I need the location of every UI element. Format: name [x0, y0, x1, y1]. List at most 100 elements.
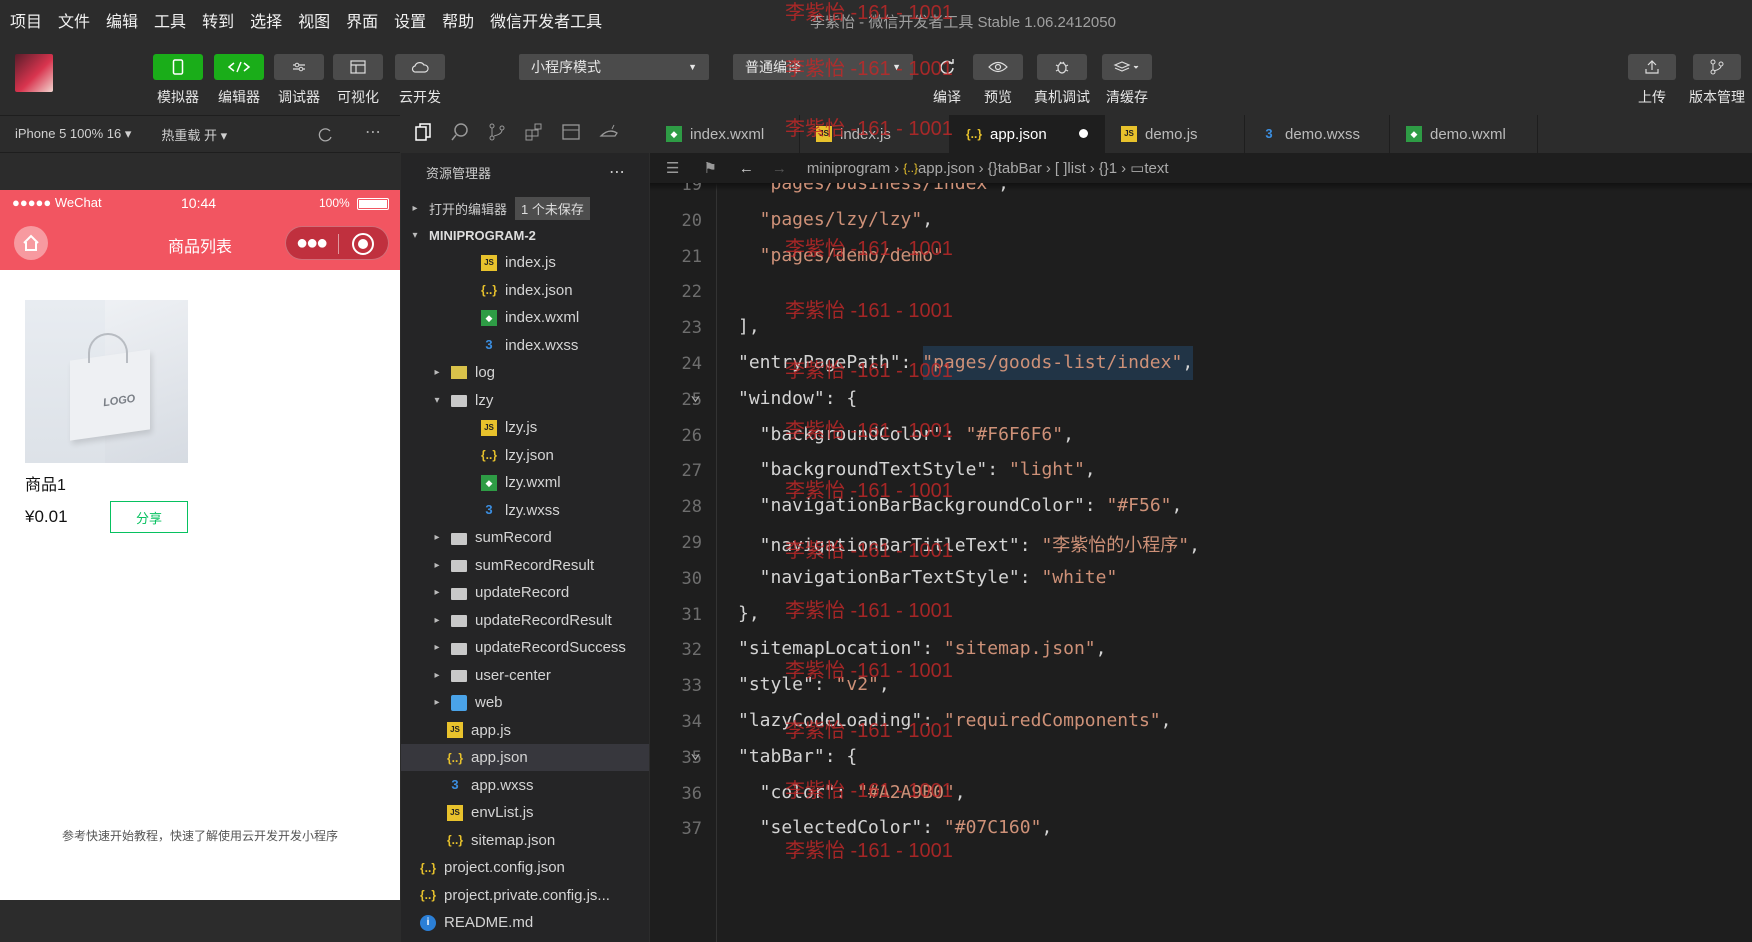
- capsule-menu[interactable]: ●●●: [285, 226, 389, 260]
- tab-app-json[interactable]: {..} app.json: [950, 115, 1105, 153]
- chevron-right-icon[interactable]: ▸: [429, 367, 445, 378]
- tree-item[interactable]: {..} index.json: [401, 277, 649, 304]
- line-number: 27: [681, 461, 702, 482]
- tree-item[interactable]: ▾ lzy: [401, 387, 649, 414]
- tab-index-js[interactable]: JS index.js: [800, 115, 950, 153]
- chevron-right-icon[interactable]: ▸: [429, 615, 445, 626]
- menu-item-10[interactable]: 微信开发者工具: [480, 8, 608, 32]
- tree-item[interactable]: i README.md: [401, 909, 649, 936]
- more-icon[interactable]: ⋯: [365, 122, 381, 142]
- debugger-tool[interactable]: 调试器: [273, 54, 325, 107]
- panel-icon[interactable]: [561, 122, 581, 147]
- tree-item[interactable]: ▸ sumRecord: [401, 524, 649, 551]
- menu-item-4[interactable]: 转到: [192, 8, 240, 32]
- tree-item[interactable]: ▸ user-center: [401, 662, 649, 689]
- unsaved-dot-icon[interactable]: [1079, 129, 1088, 138]
- breadcrumb-item[interactable]: miniprogram: [807, 160, 890, 177]
- menu-item-2[interactable]: 编辑: [96, 8, 144, 32]
- rotate-icon[interactable]: [316, 126, 334, 147]
- share-button[interactable]: 分享: [110, 501, 188, 533]
- tree-item[interactable]: ▸ updateRecord: [401, 579, 649, 606]
- menu-item-9[interactable]: 帮助: [432, 8, 480, 32]
- chevron-right-icon[interactable]: ▸: [429, 532, 445, 543]
- compile-tool[interactable]: 编译: [922, 54, 972, 107]
- close-miniprogram-icon[interactable]: [352, 233, 374, 255]
- menu-item-1[interactable]: 文件: [48, 8, 96, 32]
- files-icon[interactable]: [413, 122, 433, 147]
- bookmark-icon[interactable]: ⚑: [703, 159, 716, 177]
- tab-index-wxml[interactable]: ◆ index.wxml: [650, 115, 800, 153]
- tree-item[interactable]: {..} project.private.config.js...: [401, 882, 649, 909]
- tree-item[interactable]: ▸ sumRecordResult: [401, 552, 649, 579]
- device-select[interactable]: iPhone 5 100% 16 ▾: [15, 126, 131, 142]
- more-icon[interactable]: ⋯: [609, 162, 625, 182]
- forward-arrow-icon[interactable]: →: [772, 160, 787, 177]
- tree-item[interactable]: 3 lzy.wxss: [401, 497, 649, 524]
- tree-item[interactable]: {..} app.json: [401, 744, 649, 771]
- js-file-icon: JS: [481, 419, 497, 436]
- mode-select[interactable]: 小程序模式 ▼: [519, 54, 709, 80]
- chevron-right-icon[interactable]: ▸: [429, 642, 445, 653]
- tree-item[interactable]: ▸ log: [401, 359, 649, 386]
- tree-item[interactable]: {..} lzy.json: [401, 442, 649, 469]
- tree-item[interactable]: JS envList.js: [401, 799, 649, 826]
- chevron-right-icon[interactable]: ▸: [429, 587, 445, 598]
- source-control-icon[interactable]: [487, 122, 507, 147]
- tree-item[interactable]: JS lzy.js: [401, 414, 649, 441]
- breadcrumb-item[interactable]: app.json: [918, 160, 975, 177]
- product-image[interactable]: LOGO: [25, 300, 188, 463]
- simulator-tool[interactable]: 模拟器: [152, 54, 204, 107]
- list-icon[interactable]: ☰: [666, 159, 679, 177]
- tree-item[interactable]: JS app.js: [401, 717, 649, 744]
- menu-item-5[interactable]: 选择: [240, 8, 288, 32]
- avatar[interactable]: [15, 54, 53, 92]
- menu-item-8[interactable]: 设置: [384, 8, 432, 32]
- breadcrumb-item[interactable]: tabBar: [998, 160, 1042, 177]
- upload-tool[interactable]: 上传: [1627, 54, 1677, 107]
- breadcrumb-item[interactable]: text: [1144, 160, 1168, 177]
- tree-item[interactable]: JS index.js: [401, 249, 649, 276]
- menu-item-3[interactable]: 工具: [144, 8, 192, 32]
- compile-select[interactable]: 普通编译 ▼: [733, 54, 913, 80]
- cloud-tools-icon[interactable]: [598, 122, 620, 147]
- tree-item[interactable]: 3 index.wxss: [401, 332, 649, 359]
- phone-nav-bar: 商品列表 ●●●: [0, 216, 400, 270]
- real-debug-tool[interactable]: 真机调试: [1030, 54, 1094, 107]
- chevron-right-icon[interactable]: ▸: [429, 697, 445, 708]
- tree-item[interactable]: ▸ web: [401, 689, 649, 716]
- fold-chevron-icon[interactable]: ⌄: [690, 742, 701, 763]
- tree-item[interactable]: ▸ updateRecordResult: [401, 607, 649, 634]
- hot-reload-toggle[interactable]: 热重载 开 ▾: [161, 125, 227, 144]
- preview-tool[interactable]: 预览: [972, 54, 1024, 107]
- tree-item[interactable]: 3 app.wxss: [401, 772, 649, 799]
- search-icon[interactable]: [450, 122, 470, 147]
- project-section[interactable]: ▾ MINIPROGRAM-2: [401, 222, 649, 249]
- editor-tool[interactable]: 编辑器: [213, 54, 265, 107]
- visual-tool[interactable]: 可视化: [332, 54, 384, 107]
- breadcrumb-item[interactable]: list: [1067, 160, 1085, 177]
- cloud-tool[interactable]: 云开发: [394, 54, 446, 107]
- extensions-icon[interactable]: [524, 122, 544, 147]
- chevron-right-icon[interactable]: ▸: [429, 670, 445, 681]
- more-dots-icon[interactable]: ●●●: [296, 232, 328, 255]
- menu-item-0[interactable]: 项目: [0, 8, 48, 32]
- tree-item[interactable]: ◆ lzy.wxml: [401, 469, 649, 496]
- tab-demo-wxml[interactable]: ◆ demo.wxml: [1390, 115, 1538, 153]
- version-tool[interactable]: 版本管理: [1685, 54, 1749, 107]
- tree-item[interactable]: ▸ updateRecordSuccess: [401, 634, 649, 661]
- fold-chevron-icon[interactable]: ⌄: [690, 384, 701, 405]
- tree-item[interactable]: ◆ index.wxml: [401, 304, 649, 331]
- breadcrumb-item[interactable]: 1: [1109, 160, 1117, 177]
- tab-demo-wxss[interactable]: 3 demo.wxss: [1245, 115, 1390, 153]
- menu-item-6[interactable]: 视图: [288, 8, 336, 32]
- back-arrow-icon[interactable]: ←: [739, 160, 754, 177]
- tab-demo-js[interactable]: JS demo.js: [1105, 115, 1245, 153]
- code-area[interactable]: 19 "pages/business/index", 20 "pages/lzy/…: [650, 183, 1752, 942]
- tree-item[interactable]: {..} project.config.json: [401, 854, 649, 881]
- chevron-down-icon[interactable]: ▾: [429, 395, 445, 406]
- clear-cache-tool[interactable]: 清缓存: [1100, 54, 1154, 107]
- tree-item[interactable]: {..} sitemap.json: [401, 827, 649, 854]
- chevron-right-icon[interactable]: ▸: [429, 560, 445, 571]
- menu-item-7[interactable]: 界面: [336, 8, 384, 32]
- open-editors-section[interactable]: ▸ 打开的编辑器 1 个未保存: [401, 195, 649, 222]
